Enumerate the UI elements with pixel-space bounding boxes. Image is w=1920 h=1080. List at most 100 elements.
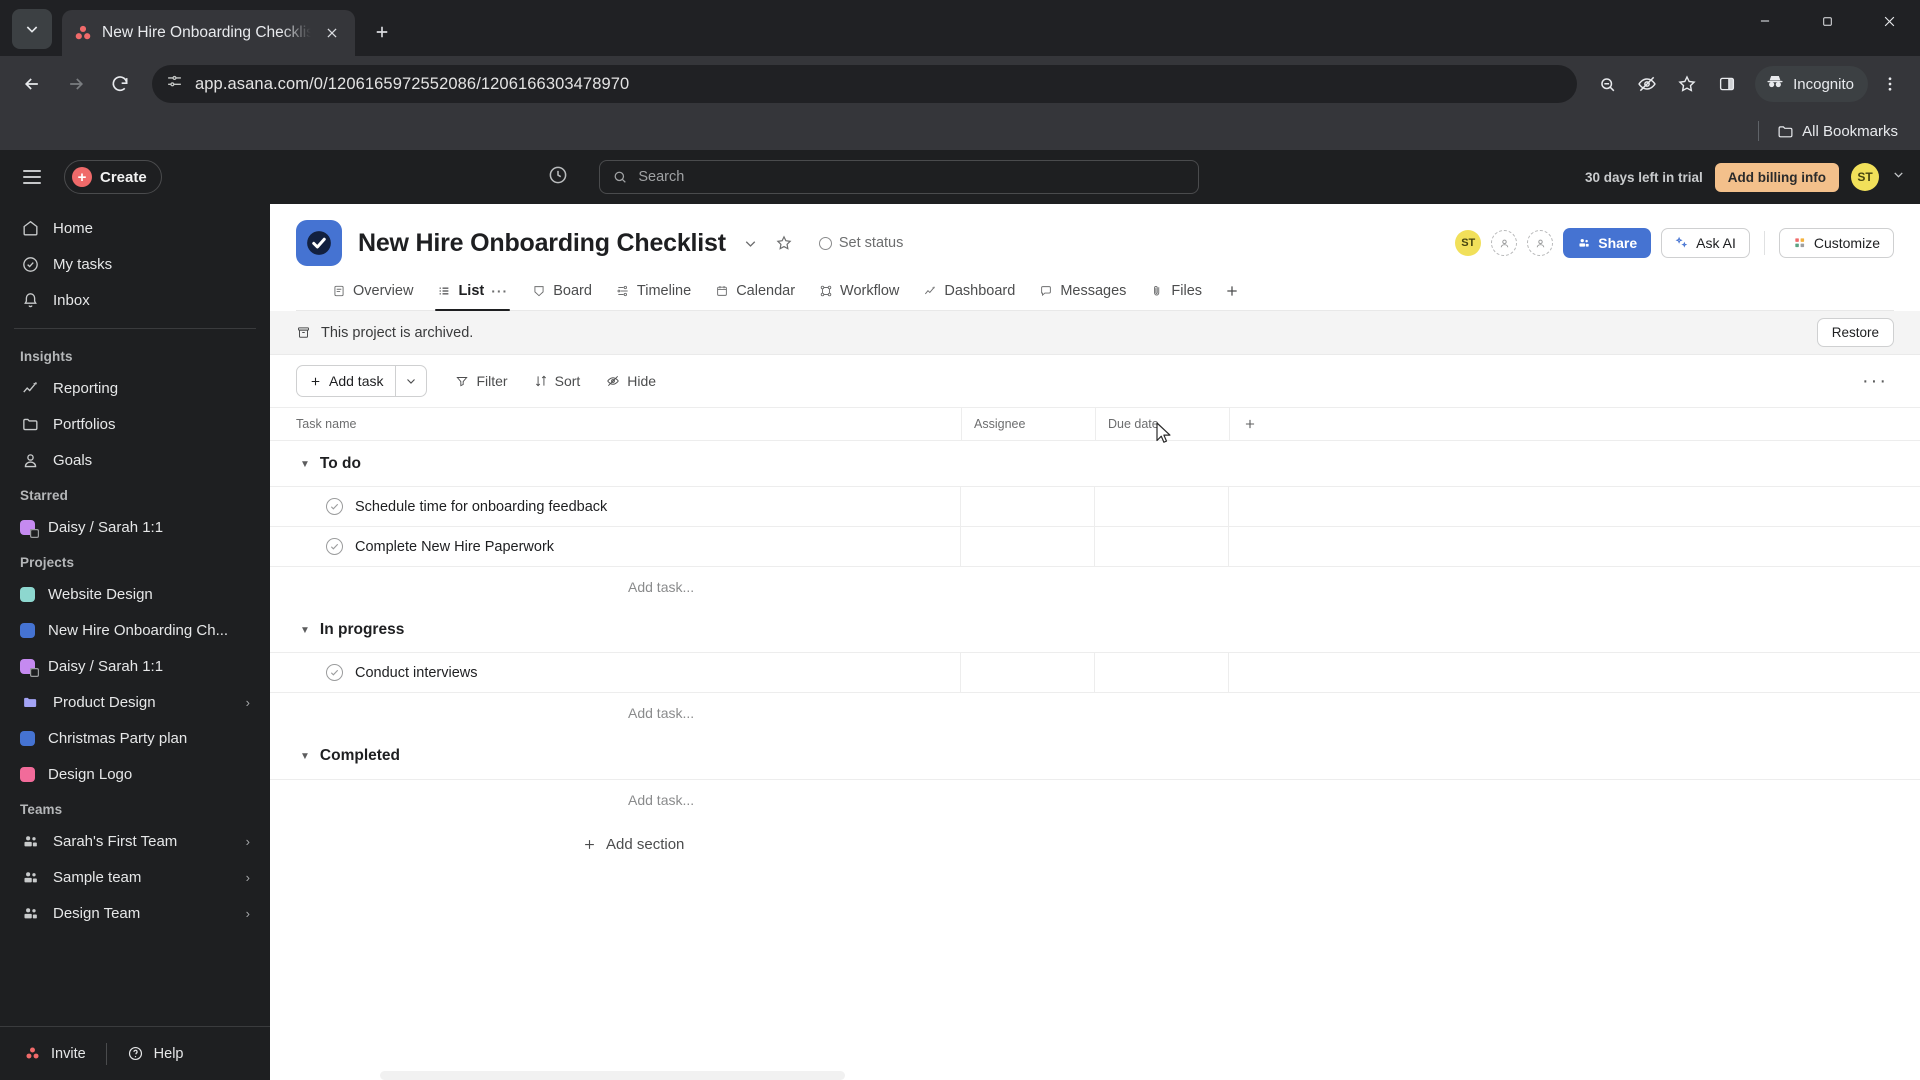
incognito-indicator[interactable]: Incognito [1755, 66, 1868, 102]
forward-button[interactable] [56, 64, 96, 104]
share-button[interactable]: Share [1563, 228, 1652, 258]
reload-button[interactable] [100, 64, 140, 104]
sidebar-item-daisy-sarah-starred[interactable]: Daisy / Sarah 1:1 [10, 509, 260, 545]
maximize-button[interactable] [1796, 0, 1858, 42]
tab-calendar[interactable]: Calendar [705, 276, 805, 310]
table-row[interactable]: Conduct interviews [270, 652, 1920, 693]
site-settings-icon[interactable] [166, 73, 183, 95]
tab-messages[interactable]: Messages [1029, 276, 1136, 310]
tab-files[interactable]: Files [1140, 276, 1212, 310]
task-due-date-cell[interactable] [1095, 653, 1229, 692]
hide-button[interactable]: Hide [596, 366, 666, 396]
task-assignee-cell[interactable] [961, 653, 1095, 692]
sidebar-item-reporting[interactable]: Reporting [10, 370, 260, 406]
zoom-out-icon[interactable] [1589, 66, 1625, 102]
task-assignee-cell[interactable] [961, 487, 1095, 526]
browser-menu-button[interactable] [1872, 66, 1908, 102]
customize-button[interactable]: Customize [1778, 228, 1894, 258]
add-task-inline-completed[interactable]: Add task... [270, 780, 1920, 820]
sidebar-toggle-button[interactable] [14, 159, 50, 195]
tab-overflow-menu[interactable]: ··· [491, 283, 508, 299]
set-status-button[interactable]: Set status [818, 235, 903, 251]
sidebar-item-home[interactable]: Home [10, 210, 260, 246]
chevron-down-icon[interactable]: ▼ [300, 751, 310, 762]
invite-button[interactable]: Invite [14, 1039, 96, 1068]
search-input[interactable]: Search [599, 160, 1200, 194]
sidebar-item-portfolios[interactable]: Portfolios [10, 406, 260, 442]
project-menu-chevron-down-icon[interactable] [742, 235, 759, 252]
task-complete-checkbox[interactable] [326, 664, 343, 681]
task-complete-checkbox[interactable] [326, 498, 343, 515]
add-task-button[interactable]: Add task [297, 366, 395, 396]
close-icon[interactable] [321, 22, 343, 44]
restore-button[interactable]: Restore [1816, 318, 1894, 347]
column-header-assignee[interactable]: Assignee [961, 407, 1095, 441]
sidebar-item-daisy-sarah-project[interactable]: Daisy / Sarah 1:1 [10, 648, 260, 684]
sidebar-item-website-design[interactable]: Website Design [10, 576, 260, 612]
column-header-due-date[interactable]: Due date [1095, 407, 1229, 441]
task-assignee-cell[interactable] [961, 527, 1095, 566]
avatar-placeholder[interactable] [1527, 230, 1554, 256]
section-header-completed[interactable]: ▼ Completed [270, 733, 1920, 779]
chevron-right-icon[interactable]: › [246, 695, 250, 710]
sidebar-item-new-hire-onboarding[interactable]: New Hire Onboarding Ch... [10, 612, 260, 648]
table-row[interactable]: Schedule time for onboarding feedback [270, 486, 1920, 527]
star-icon[interactable] [775, 234, 793, 252]
sidebar-item-design-logo[interactable]: Design Logo [10, 756, 260, 792]
sidebar-item-design-team[interactable]: Design Team › [10, 895, 260, 931]
new-tab-button[interactable] [363, 13, 401, 51]
address-bar[interactable]: app.asana.com/0/1206165972552086/1206166… [152, 65, 1578, 103]
chevron-right-icon[interactable]: › [246, 834, 250, 849]
task-name-cell[interactable]: Conduct interviews [270, 653, 961, 692]
tab-overview[interactable]: Overview [322, 276, 423, 310]
add-tab-button[interactable] [1216, 277, 1248, 309]
add-task-dropdown-button[interactable] [395, 366, 426, 396]
tab-search-button[interactable] [12, 9, 52, 49]
bookmark-star-icon[interactable] [1669, 66, 1705, 102]
help-button[interactable]: Help [117, 1039, 194, 1068]
section-header-to-do[interactable]: ▼ To do [270, 441, 1920, 487]
section-header-in-progress[interactable]: ▼ In progress [270, 607, 1920, 653]
sidebar-item-inbox[interactable]: Inbox [10, 282, 260, 318]
task-complete-checkbox[interactable] [326, 538, 343, 555]
account-menu-chevron-down-icon[interactable] [1891, 167, 1906, 187]
recent-activity-icon[interactable] [547, 164, 573, 190]
side-panel-icon[interactable] [1709, 66, 1745, 102]
chevron-right-icon[interactable]: › [246, 906, 250, 921]
create-button[interactable]: + Create [64, 160, 162, 194]
tab-board[interactable]: Board [522, 276, 602, 310]
tab-workflow[interactable]: Workflow [809, 276, 909, 310]
column-header-task-name[interactable]: Task name [296, 417, 961, 431]
scrollbar-thumb[interactable] [380, 1071, 845, 1080]
sort-button[interactable]: Sort [524, 366, 591, 396]
table-row[interactable]: Complete New Hire Paperwork [270, 526, 1920, 567]
add-task-inline-in-progress[interactable]: Add task... [270, 693, 1920, 733]
minimize-button[interactable] [1734, 0, 1796, 42]
add-task-inline-to-do[interactable]: Add task... [270, 567, 1920, 607]
ask-ai-button[interactable]: Ask AI [1661, 228, 1750, 258]
add-column-button[interactable] [1229, 407, 1269, 441]
user-avatar[interactable]: ST [1851, 163, 1879, 191]
chevron-down-icon[interactable]: ▼ [300, 459, 310, 470]
tab-dashboard[interactable]: Dashboard [913, 276, 1025, 310]
close-window-button[interactable] [1858, 0, 1920, 42]
sidebar-item-goals[interactable]: Goals [10, 442, 260, 478]
tab-timeline[interactable]: Timeline [606, 276, 701, 310]
list-more-options-button[interactable]: ··· [1856, 370, 1894, 393]
add-billing-info-button[interactable]: Add billing info [1714, 162, 1839, 192]
task-name-cell[interactable]: Complete New Hire Paperwork [270, 527, 961, 566]
filter-button[interactable]: Filter [445, 366, 517, 396]
add-section-button[interactable]: Add section [270, 820, 1920, 868]
add-task-button-group[interactable]: Add task [296, 365, 428, 397]
sidebar-item-christmas-party-plan[interactable]: Christmas Party plan [10, 720, 260, 756]
horizontal-scrollbar[interactable] [270, 1071, 1920, 1080]
sidebar-item-product-design[interactable]: Product Design › [10, 684, 260, 720]
task-due-date-cell[interactable] [1095, 487, 1229, 526]
avatar[interactable]: ST [1455, 230, 1482, 256]
avatar-placeholder[interactable] [1491, 230, 1518, 256]
browser-tab[interactable]: New Hire Onboarding Checklist [62, 10, 355, 56]
chevron-right-icon[interactable]: › [246, 870, 250, 885]
chevron-down-icon[interactable]: ▼ [300, 625, 310, 636]
tab-list[interactable]: List ··· [427, 276, 518, 311]
tracking-protection-icon[interactable] [1629, 66, 1665, 102]
